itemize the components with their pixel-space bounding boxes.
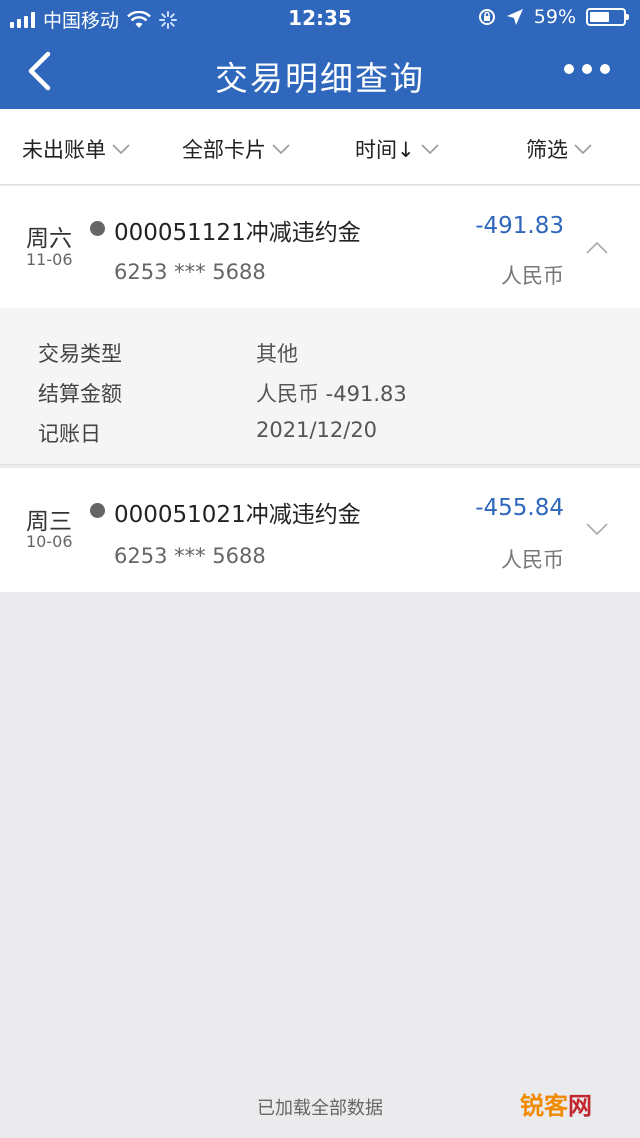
transaction-description: 000051021冲减违约金 (114, 502, 361, 528)
transaction-card: 6253 *** 5688 (114, 544, 266, 568)
transaction-amount: -491.83 (475, 213, 564, 239)
status-bar: 中国移动 12:35 59% (0, 0, 640, 36)
transaction-row[interactable]: 周六 11-06 000051121冲减违约金 6253 *** 5688 -4… (0, 186, 640, 308)
nav-bar: 交易明细查询 (0, 36, 640, 109)
transaction-detail-panel: 交易类型 其他 结算金额 人民币 -491.83 记账日 2021/12/20 (0, 308, 640, 465)
transaction-row[interactable]: 周三 10-06 000051021冲减违约金 6253 *** 5688 -4… (0, 468, 640, 592)
filter-screen-label: 筛选 (526, 138, 568, 162)
status-dot-icon (90, 503, 105, 518)
transaction-day: 周三 (26, 509, 72, 535)
status-right-group: 59% (478, 6, 629, 28)
page-title: 交易明细查询 (215, 59, 425, 98)
detail-value: 2021/12/20 (256, 418, 378, 442)
watermark-part2: 网 (568, 1092, 592, 1120)
chevron-up-icon[interactable] (586, 241, 608, 254)
watermark-part1: 锐客 (520, 1092, 568, 1120)
battery-percent: 59% (533, 6, 576, 28)
chevron-down-icon[interactable] (586, 523, 608, 536)
orientation-lock-icon (478, 9, 495, 25)
detail-value: 人民币 -491.83 (256, 382, 407, 406)
chevron-down-icon (421, 143, 439, 154)
detail-value: 其他 (256, 342, 298, 366)
transaction-description: 000051121冲减违约金 (114, 220, 361, 246)
detail-key: 记账日 (38, 422, 101, 446)
battery-fill (590, 12, 609, 22)
transaction-currency: 人民币 (501, 264, 564, 288)
transaction-amount: -455.84 (475, 495, 564, 521)
filter-screen[interactable]: 筛选 (526, 134, 592, 164)
top-bar: 中国移动 12:35 59% 交易明细查询 (0, 0, 640, 109)
filter-time-label: 时间↓ (355, 138, 415, 162)
status-dot-icon (90, 221, 105, 236)
chevron-down-icon (574, 143, 592, 154)
detail-key: 交易类型 (38, 342, 122, 366)
transaction-date: 10-06 (26, 532, 73, 551)
transaction-card: 6253 *** 5688 (114, 260, 266, 284)
transaction-currency: 人民币 (501, 548, 564, 572)
chevron-down-icon (112, 143, 130, 154)
transaction-date: 11-06 (26, 250, 73, 269)
filter-cards-label: 全部卡片 (182, 138, 266, 162)
chevron-down-icon (272, 143, 290, 154)
filter-statement[interactable]: 未出账单 (22, 134, 130, 164)
filter-bar: 未出账单 全部卡片 时间↓ 筛选 (0, 109, 640, 185)
location-arrow-icon (506, 9, 523, 25)
filter-statement-label: 未出账单 (22, 138, 106, 162)
detail-key: 结算金额 (38, 382, 122, 406)
filter-cards[interactable]: 全部卡片 (182, 134, 290, 164)
filter-time[interactable]: 时间↓ (355, 134, 439, 164)
watermark-logo: 锐客网 (520, 1086, 592, 1121)
transaction-day: 周六 (26, 226, 72, 252)
battery-icon (586, 8, 629, 26)
more-dots-icon[interactable] (564, 64, 610, 74)
